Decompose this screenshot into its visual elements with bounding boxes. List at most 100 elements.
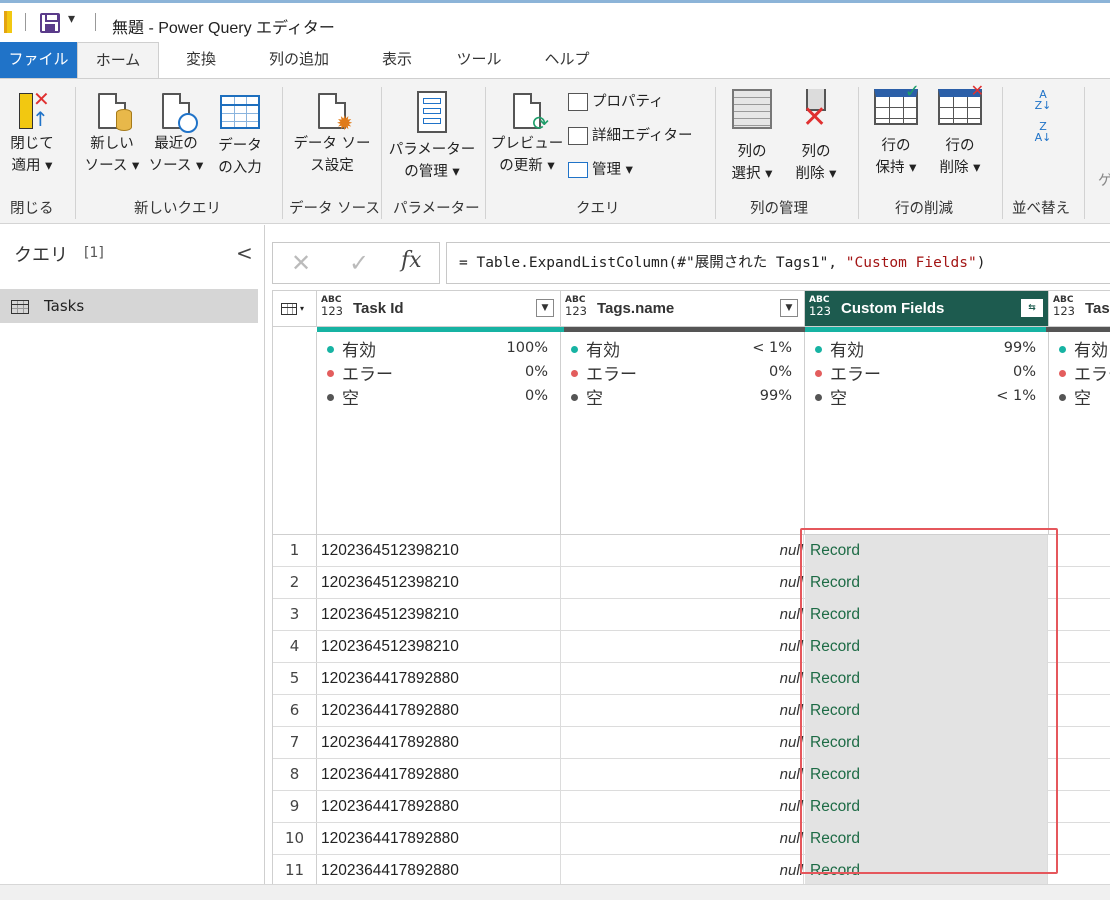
cell-tags-name[interactable]: null xyxy=(561,791,804,822)
table-row[interactable]: 8 1202364417892880 null Record xyxy=(273,759,1110,791)
data-source-settings-button[interactable]: ✹ データ ソー ス設定 xyxy=(288,89,376,177)
tab-help[interactable]: ヘルプ xyxy=(532,42,602,78)
cell-custom-fields-record[interactable]: Record xyxy=(805,631,1048,663)
expand-column-icon[interactable]: ⇆ xyxy=(1021,299,1043,317)
table-row[interactable]: 4 1202364512398210 null Record xyxy=(273,631,1110,663)
tab-file[interactable]: ファイル xyxy=(0,42,77,78)
recent-source-button[interactable]: 最近の ソース ▾ xyxy=(146,89,206,177)
table-row[interactable]: 1 1202364512398210 null Record xyxy=(273,535,1110,567)
table-row[interactable]: 11 1202364417892880 null Record xyxy=(273,855,1110,887)
column-name: Custom Fields xyxy=(841,300,945,317)
collapse-pane-icon[interactable]: < xyxy=(236,241,253,265)
filter-dropdown-icon[interactable]: ▼ xyxy=(780,299,798,317)
cell-task-id[interactable]: 1202364512398210 xyxy=(321,631,459,662)
cell-task-id[interactable]: 1202364417892880 xyxy=(321,791,459,822)
cell-custom-fields-record[interactable]: Record xyxy=(805,599,1048,631)
group-label-data-source: データ ソース xyxy=(289,201,380,217)
cell-custom-fields-record[interactable]: Record xyxy=(805,823,1048,855)
cell-tags-name[interactable]: null xyxy=(561,759,804,790)
table-row[interactable]: 5 1202364417892880 null Record xyxy=(273,663,1110,695)
tab-tools[interactable]: ツール xyxy=(448,42,510,78)
cell-custom-fields-record[interactable]: Record xyxy=(805,759,1048,791)
table-row[interactable]: 10 1202364417892880 null Record xyxy=(273,823,1110,855)
table-row[interactable]: 7 1202364417892880 null Record xyxy=(273,727,1110,759)
query-name: Tasks xyxy=(44,297,85,315)
cell-tags-name[interactable]: null xyxy=(561,599,804,630)
sort-ascending-button[interactable]: A Z↓ xyxy=(1026,89,1060,111)
table-icon xyxy=(11,300,29,314)
cell-tags-name[interactable]: null xyxy=(561,663,804,694)
cell-tags-name[interactable]: null xyxy=(561,823,804,854)
valid-label: 有効 xyxy=(586,341,620,361)
cell-task-id[interactable]: 1202364512398210 xyxy=(321,599,459,630)
formula-prefix: = Table.ExpandListColumn(#"展開された Tags1", xyxy=(459,255,846,271)
sort-descending-button[interactable]: Z A↓ xyxy=(1026,121,1060,143)
refresh-preview-button[interactable]: ⟳ プレビュー の更新 ▾ xyxy=(490,89,564,177)
cell-custom-fields-record[interactable]: Record xyxy=(805,695,1048,727)
enter-data-label: データ の入力 xyxy=(218,138,262,176)
tab-home[interactable]: ホーム xyxy=(77,42,159,79)
valid-percent: 100% xyxy=(506,340,548,356)
cell-tags-name[interactable]: null xyxy=(561,535,804,566)
advanced-editor-button[interactable]: 詳細エディター xyxy=(568,125,692,147)
valid-dot-icon xyxy=(815,345,822,353)
table-row[interactable]: 9 1202364417892880 null Record xyxy=(273,791,1110,823)
cell-custom-fields-record[interactable]: Record xyxy=(805,727,1048,759)
column-header-task-id[interactable]: ABC 123 Task Id ▼ xyxy=(317,291,561,327)
quick-access-dropdown[interactable]: ▾ xyxy=(68,11,75,27)
ribbon-tabs: ファイル ホーム 変換 列の追加 表示 ツール ヘルプ xyxy=(0,42,1110,79)
formula-buttons: ✕ ✓ fx xyxy=(272,242,440,284)
formula-input[interactable]: = Table.ExpandListColumn(#"展開された Tags1",… xyxy=(446,242,1110,284)
empty-label: 空 xyxy=(586,389,603,409)
cell-task-id[interactable]: 1202364417892880 xyxy=(321,855,459,886)
new-source-button[interactable]: 新しい ソース ▾ xyxy=(82,89,142,177)
error-percent: 0% xyxy=(524,364,548,380)
cell-custom-fields-record[interactable]: Record xyxy=(805,567,1048,599)
cell-task-id[interactable]: 1202364512398210 xyxy=(321,535,459,566)
keep-rows-button[interactable]: ✓ 行の 保持 ▾ xyxy=(866,83,926,179)
table-row[interactable]: 6 1202364417892880 null Record xyxy=(273,695,1110,727)
query-item-tasks[interactable]: Tasks xyxy=(0,289,258,323)
choose-columns-button[interactable]: 列の 選択 ▾ xyxy=(722,89,782,185)
cell-task-id[interactable]: 1202364417892880 xyxy=(321,823,459,854)
save-icon[interactable] xyxy=(40,13,60,33)
cell-task-id[interactable]: 1202364417892880 xyxy=(321,663,459,694)
confirm-formula-icon[interactable]: ✓ xyxy=(349,249,369,277)
tab-add-column[interactable]: 列の追加 xyxy=(252,42,346,78)
cell-custom-fields-record[interactable]: Record xyxy=(805,791,1048,823)
cell-custom-fields-record[interactable]: Record xyxy=(805,855,1048,887)
cell-tags-name[interactable]: null xyxy=(561,727,804,758)
filter-dropdown-icon[interactable]: ▼ xyxy=(536,299,554,317)
manage-parameters-button[interactable]: パラメーター の管理 ▾ xyxy=(386,89,478,183)
column-profile-custom-fields: 有効 99% エラー 0% 空 < 1% xyxy=(805,332,1049,535)
cell-tags-name[interactable]: null xyxy=(561,695,804,726)
cell-task-id[interactable]: 1202364512398210 xyxy=(321,567,459,598)
close-apply-button[interactable]: ✕ ↑ 閉じて 適用 ▾ xyxy=(4,89,60,177)
cell-tags-name[interactable]: null xyxy=(561,855,804,886)
table-menu-button[interactable]: ▾ xyxy=(273,291,317,327)
properties-button[interactable]: プロパティ xyxy=(568,91,664,113)
fx-icon[interactable]: fx xyxy=(401,248,422,273)
cell-custom-fields-record[interactable]: Record xyxy=(805,663,1048,695)
cell-task-id[interactable]: 1202364417892880 xyxy=(321,727,459,758)
remove-rows-button[interactable]: ✕ 行の 削除 ▾ xyxy=(930,83,990,179)
cell-task-id[interactable]: 1202364417892880 xyxy=(321,695,459,726)
column-header-custom-fields[interactable]: ABC 123 Custom Fields ⇆ xyxy=(805,291,1049,327)
cell-tags-name[interactable]: null xyxy=(561,631,804,662)
table-row[interactable]: 3 1202364512398210 null Record xyxy=(273,599,1110,631)
row-number-profile-cell xyxy=(273,332,317,535)
remove-columns-button[interactable]: ✕ 列の 削除 ▾ xyxy=(786,89,846,185)
column-header-partial[interactable]: ABC 123 Tas xyxy=(1049,291,1110,327)
cell-task-id[interactable]: 1202364417892880 xyxy=(321,759,459,790)
cell-tags-name[interactable]: null xyxy=(561,567,804,598)
cell-custom-fields-record[interactable]: Record xyxy=(805,535,1048,567)
valid-percent: 99% xyxy=(1003,340,1036,356)
group-separator xyxy=(485,87,486,219)
tab-transform[interactable]: 変換 xyxy=(170,42,232,78)
column-header-tags-name[interactable]: ABC 123 Tags.name ▼ xyxy=(561,291,805,327)
table-row[interactable]: 2 1202364512398210 null Record xyxy=(273,567,1110,599)
enter-data-button[interactable]: データ の入力 xyxy=(210,89,270,179)
cancel-formula-icon[interactable]: ✕ xyxy=(291,249,311,277)
tab-view[interactable]: 表示 xyxy=(366,42,428,78)
manage-button[interactable]: 管理 ▾ xyxy=(568,159,633,181)
